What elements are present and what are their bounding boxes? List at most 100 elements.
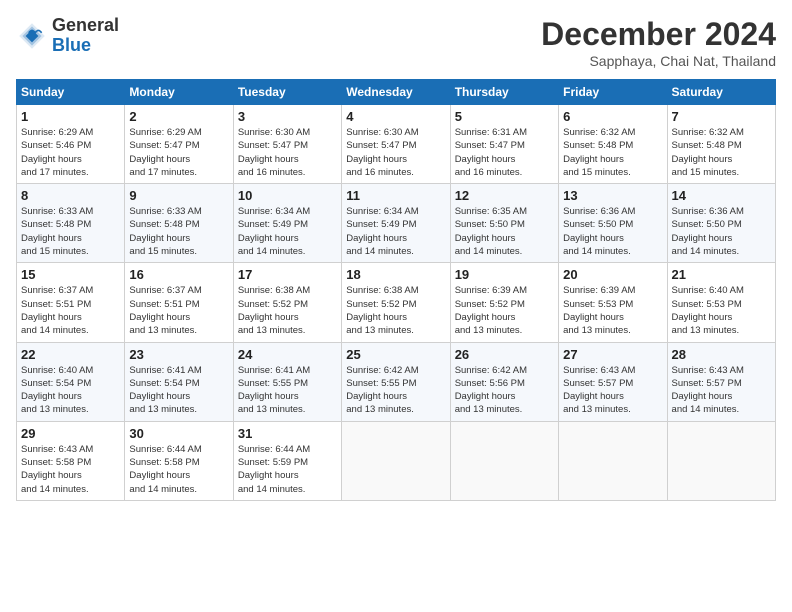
day-number: 14: [672, 188, 771, 203]
day-info: Sunrise: 6:36 AMSunset: 5:50 PMDaylight …: [672, 205, 771, 258]
title-block: December 2024 Sapphaya, Chai Nat, Thaila…: [541, 16, 776, 69]
day-info: Sunrise: 6:35 AMSunset: 5:50 PMDaylight …: [455, 205, 554, 258]
day-info: Sunrise: 6:40 AMSunset: 5:54 PMDaylight …: [21, 364, 120, 417]
calendar-week-row: 8 Sunrise: 6:33 AMSunset: 5:48 PMDaylight…: [17, 184, 776, 263]
calendar-day-cell: 6 Sunrise: 6:32 AMSunset: 5:48 PMDaylight…: [559, 105, 667, 184]
calendar-week-row: 29Sunrise: 6:43 AMSunset: 5:58 PMDayligh…: [17, 421, 776, 500]
day-number: 24: [238, 347, 337, 362]
calendar-day-cell: 15 Sunrise: 6:37 AMSunset: 5:51 PMDayligh…: [17, 263, 125, 342]
calendar-day-cell: [450, 421, 558, 500]
day-info: Sunrise: 6:42 AMSunset: 5:56 PMDaylight …: [455, 364, 554, 417]
page-header: General Blue December 2024 Sapphaya, Cha…: [16, 16, 776, 69]
calendar-day-cell: 2 Sunrise: 6:29 AMSunset: 5:47 PMDaylight…: [125, 105, 233, 184]
day-info: Sunrise: 6:34 AMSunset: 5:49 PMDaylight …: [346, 205, 445, 258]
calendar-day-cell: 20 Sunrise: 6:39 AMSunset: 5:53 PMDayligh…: [559, 263, 667, 342]
day-number: 11: [346, 188, 445, 203]
day-number: 21: [672, 267, 771, 282]
day-number: 8: [21, 188, 120, 203]
day-info: Sunrise: 6:41 AMSunset: 5:55 PMDaylight …: [238, 364, 337, 417]
calendar-day-cell: 11 Sunrise: 6:34 AMSunset: 5:49 PMDayligh…: [342, 184, 450, 263]
calendar-day-cell: 25 Sunrise: 6:42 AMSunset: 5:55 PMDayligh…: [342, 342, 450, 421]
calendar-week-row: 15 Sunrise: 6:37 AMSunset: 5:51 PMDayligh…: [17, 263, 776, 342]
day-info: Sunrise: 6:29 AMSunset: 5:47 PMDaylight …: [129, 126, 228, 179]
logo-general-text: General: [52, 16, 119, 36]
day-number: 31: [238, 426, 337, 441]
calendar-day-cell: 31Sunrise: 6:44 AMSunset: 5:59 PMDayligh…: [233, 421, 341, 500]
day-number: 26: [455, 347, 554, 362]
calendar-day-cell: 17 Sunrise: 6:38 AMSunset: 5:52 PMDayligh…: [233, 263, 341, 342]
calendar-day-cell: 29Sunrise: 6:43 AMSunset: 5:58 PMDayligh…: [17, 421, 125, 500]
calendar-header-row: SundayMondayTuesdayWednesdayThursdayFrid…: [17, 80, 776, 105]
calendar-day-cell: 22Sunrise: 6:40 AMSunset: 5:54 PMDayligh…: [17, 342, 125, 421]
day-number: 25: [346, 347, 445, 362]
day-info: Sunrise: 6:32 AMSunset: 5:48 PMDaylight …: [563, 126, 662, 179]
calendar-day-cell: 26 Sunrise: 6:42 AMSunset: 5:56 PMDayligh…: [450, 342, 558, 421]
day-info: Sunrise: 6:43 AMSunset: 5:57 PMDaylight …: [672, 364, 771, 417]
day-of-week-header: Friday: [559, 80, 667, 105]
day-number: 17: [238, 267, 337, 282]
calendar-day-cell: 27Sunrise: 6:43 AMSunset: 5:57 PMDayligh…: [559, 342, 667, 421]
day-info: Sunrise: 6:31 AMSunset: 5:47 PMDaylight …: [455, 126, 554, 179]
calendar-table: SundayMondayTuesdayWednesdayThursdayFrid…: [16, 79, 776, 501]
day-info: Sunrise: 6:30 AMSunset: 5:47 PMDaylight …: [238, 126, 337, 179]
day-number: 19: [455, 267, 554, 282]
calendar-day-cell: 21 Sunrise: 6:40 AMSunset: 5:53 PMDayligh…: [667, 263, 775, 342]
day-number: 13: [563, 188, 662, 203]
day-of-week-header: Saturday: [667, 80, 775, 105]
day-of-week-header: Thursday: [450, 80, 558, 105]
calendar-day-cell: 3 Sunrise: 6:30 AMSunset: 5:47 PMDaylight…: [233, 105, 341, 184]
day-number: 20: [563, 267, 662, 282]
calendar-day-cell: [559, 421, 667, 500]
day-info: Sunrise: 6:40 AMSunset: 5:53 PMDaylight …: [672, 284, 771, 337]
day-info: Sunrise: 6:39 AMSunset: 5:52 PMDaylight …: [455, 284, 554, 337]
calendar-day-cell: 7 Sunrise: 6:32 AMSunset: 5:48 PMDaylight…: [667, 105, 775, 184]
logo: General Blue: [16, 16, 119, 56]
day-info: Sunrise: 6:42 AMSunset: 5:55 PMDaylight …: [346, 364, 445, 417]
day-info: Sunrise: 6:37 AMSunset: 5:51 PMDaylight …: [21, 284, 120, 337]
day-info: Sunrise: 6:38 AMSunset: 5:52 PMDaylight …: [238, 284, 337, 337]
calendar-day-cell: 1Sunrise: 6:29 AMSunset: 5:46 PMDaylight…: [17, 105, 125, 184]
day-number: 6: [563, 109, 662, 124]
calendar-day-cell: [342, 421, 450, 500]
day-number: 10: [238, 188, 337, 203]
calendar-day-cell: 24 Sunrise: 6:41 AMSunset: 5:55 PMDayligh…: [233, 342, 341, 421]
calendar-day-cell: 4 Sunrise: 6:30 AMSunset: 5:47 PMDaylight…: [342, 105, 450, 184]
day-info: Sunrise: 6:36 AMSunset: 5:50 PMDaylight …: [563, 205, 662, 258]
day-number: 18: [346, 267, 445, 282]
day-of-week-header: Wednesday: [342, 80, 450, 105]
calendar-day-cell: 10 Sunrise: 6:34 AMSunset: 5:49 PMDayligh…: [233, 184, 341, 263]
day-of-week-header: Monday: [125, 80, 233, 105]
day-number: 2: [129, 109, 228, 124]
day-info: Sunrise: 6:37 AMSunset: 5:51 PMDaylight …: [129, 284, 228, 337]
day-number: 9: [129, 188, 228, 203]
calendar-day-cell: 9Sunrise: 6:33 AMSunset: 5:48 PMDaylight…: [125, 184, 233, 263]
day-number: 4: [346, 109, 445, 124]
day-number: 1: [21, 109, 120, 124]
day-number: 3: [238, 109, 337, 124]
calendar-day-cell: 28Sunrise: 6:43 AMSunset: 5:57 PMDayligh…: [667, 342, 775, 421]
day-info: Sunrise: 6:39 AMSunset: 5:53 PMDaylight …: [563, 284, 662, 337]
day-info: Sunrise: 6:32 AMSunset: 5:48 PMDaylight …: [672, 126, 771, 179]
logo-text: General Blue: [52, 16, 119, 56]
calendar-day-cell: 13 Sunrise: 6:36 AMSunset: 5:50 PMDayligh…: [559, 184, 667, 263]
day-number: 27: [563, 347, 662, 362]
day-number: 12: [455, 188, 554, 203]
logo-icon: [16, 20, 48, 52]
day-info: Sunrise: 6:44 AMSunset: 5:58 PMDaylight …: [129, 443, 228, 496]
calendar-day-cell: [667, 421, 775, 500]
day-of-week-header: Tuesday: [233, 80, 341, 105]
calendar-day-cell: 23Sunrise: 6:41 AMSunset: 5:54 PMDayligh…: [125, 342, 233, 421]
day-number: 30: [129, 426, 228, 441]
calendar-day-cell: 19 Sunrise: 6:39 AMSunset: 5:52 PMDayligh…: [450, 263, 558, 342]
day-number: 23: [129, 347, 228, 362]
month-title: December 2024: [541, 16, 776, 53]
day-info: Sunrise: 6:34 AMSunset: 5:49 PMDaylight …: [238, 205, 337, 258]
calendar-week-row: 22Sunrise: 6:40 AMSunset: 5:54 PMDayligh…: [17, 342, 776, 421]
day-of-week-header: Sunday: [17, 80, 125, 105]
calendar-day-cell: 18Sunrise: 6:38 AMSunset: 5:52 PMDayligh…: [342, 263, 450, 342]
day-number: 7: [672, 109, 771, 124]
day-number: 15: [21, 267, 120, 282]
day-info: Sunrise: 6:30 AMSunset: 5:47 PMDaylight …: [346, 126, 445, 179]
day-info: Sunrise: 6:33 AMSunset: 5:48 PMDaylight …: [21, 205, 120, 258]
day-number: 16: [129, 267, 228, 282]
